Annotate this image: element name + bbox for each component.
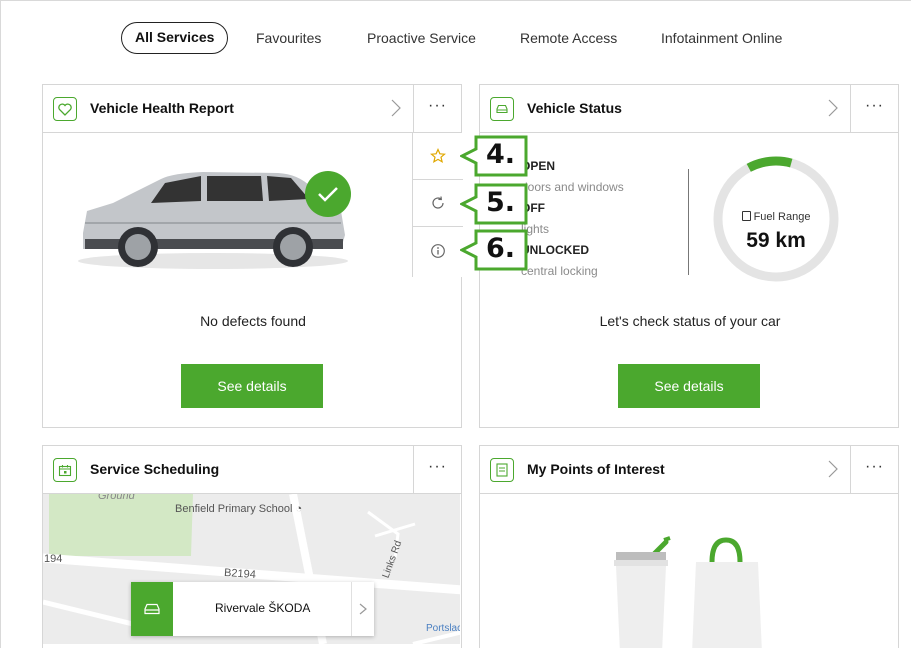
- fuel-pump-icon: [741, 211, 751, 221]
- tab-infotainment-online[interactable]: Infotainment Online: [661, 22, 782, 54]
- status-list: OPEN doors and windows OFF lights UNLOCK…: [521, 159, 624, 285]
- callout-5-label: 5.: [486, 187, 516, 218]
- map-label-b2194: B2194: [223, 566, 257, 582]
- map-label-portslade: Portslac: [426, 623, 460, 634]
- tab-proactive-service[interactable]: Proactive Service: [367, 22, 476, 54]
- health-see-details-button[interactable]: See details: [181, 364, 323, 408]
- points-of-interest-card: My Points of Interest ···: [479, 445, 899, 648]
- school-icon: ◔: [295, 503, 303, 515]
- locking-label: central locking: [521, 264, 598, 278]
- dealer-name: Rivervale ŠKODA: [215, 601, 311, 615]
- window-left-border: [0, 0, 1, 648]
- card-title: Vehicle Health Report: [90, 100, 234, 116]
- more-options-button[interactable]: ···: [850, 446, 898, 494]
- favourite-button[interactable]: [413, 133, 463, 180]
- card-title: My Points of Interest: [527, 461, 665, 477]
- map-label-ground: Ground: [98, 494, 135, 502]
- info-icon: [431, 243, 445, 258]
- map-label-194: 194: [44, 553, 63, 565]
- tab-all-services[interactable]: All Services: [121, 22, 229, 54]
- card-title: Vehicle Status: [527, 100, 622, 116]
- refresh-button[interactable]: [413, 180, 463, 227]
- chevron-right-icon[interactable]: [827, 98, 839, 118]
- divider: [688, 169, 689, 275]
- locking-status: UNLOCKED: [521, 243, 589, 257]
- card-title: Service Scheduling: [90, 461, 220, 477]
- chevron-right-icon[interactable]: [827, 459, 839, 479]
- health-status-text: No defects found: [200, 313, 306, 329]
- callout-4-label: 4.: [486, 139, 516, 170]
- chevron-right-icon[interactable]: [358, 602, 368, 616]
- more-options-button[interactable]: ···: [413, 446, 461, 494]
- vehicle-health-card: Vehicle Health Report ··· No defects fou…: [42, 84, 462, 428]
- more-options-button[interactable]: ···: [413, 85, 461, 133]
- chevron-right-icon[interactable]: [390, 98, 402, 118]
- service-map[interactable]: Ground Benfield Primary School ◔ 194 B21…: [43, 494, 460, 644]
- lights-label: lights: [521, 222, 550, 236]
- card-header: Vehicle Health Report ···: [43, 85, 461, 133]
- card-header: Service Scheduling ···: [43, 446, 461, 494]
- callout-6-label: 6.: [486, 233, 516, 264]
- info-button[interactable]: [413, 227, 463, 274]
- car-icon: [131, 582, 173, 636]
- fuel-range-label: Fuel Range: [710, 211, 842, 223]
- more-options-button[interactable]: ···: [850, 85, 898, 133]
- lights-status: OFF: [521, 201, 545, 215]
- callout-6: 6.: [458, 229, 530, 278]
- status-message: Let's check status of your car: [599, 313, 781, 329]
- calendar-icon: [53, 458, 77, 482]
- card-header: Vehicle Status ···: [480, 85, 898, 133]
- popup-divider: [351, 582, 352, 636]
- poi-illustration: [614, 536, 762, 648]
- callout-4: 4.: [458, 135, 530, 184]
- card-side-menu: [412, 133, 463, 277]
- dealer-popup[interactable]: Rivervale ŠKODA: [131, 582, 374, 636]
- refresh-icon: [432, 196, 444, 209]
- doors-status: OPEN: [521, 159, 556, 173]
- heart-icon: [53, 97, 77, 121]
- status-see-details-button[interactable]: See details: [618, 364, 760, 408]
- star-icon: [430, 148, 446, 164]
- vehicle-status-card: Vehicle Status ··· OPEN doors and window…: [479, 84, 899, 428]
- map-label-school: Benfield Primary School ◔: [175, 503, 303, 515]
- callout-5: 5.: [458, 183, 530, 232]
- fuel-range-value: 59 km: [746, 229, 806, 252]
- service-scheduling-card: Service Scheduling ··· Ground Benfield P…: [42, 445, 462, 648]
- tab-favourites[interactable]: Favourites: [256, 22, 321, 54]
- car-icon: [490, 97, 514, 121]
- card-header: My Points of Interest ···: [480, 446, 898, 494]
- doors-label: doors and windows: [521, 180, 624, 194]
- document-icon: [490, 458, 514, 482]
- service-tabs: All Services Favourites Proactive Servic…: [0, 22, 911, 54]
- check-icon: [305, 171, 351, 217]
- window-top-border: [0, 0, 911, 8]
- tab-remote-access[interactable]: Remote Access: [520, 22, 617, 54]
